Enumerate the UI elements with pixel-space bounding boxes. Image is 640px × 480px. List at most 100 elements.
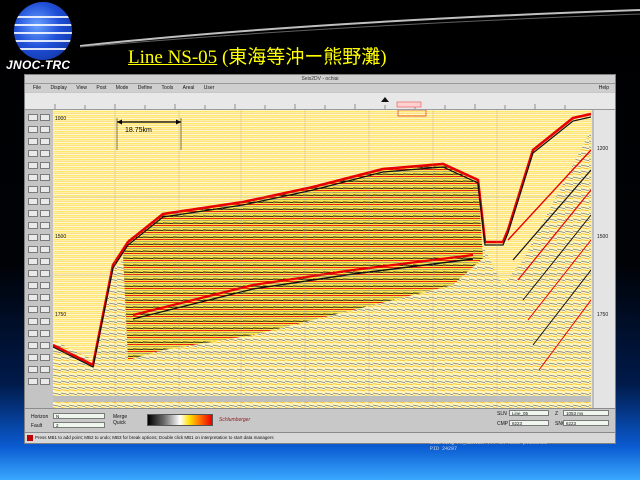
slide-title: Line NS-05 (東海等沖ー熊野灘) bbox=[128, 42, 387, 69]
readout-cmp-label: CMP bbox=[497, 421, 509, 427]
slide-title-rest: (東海等沖ー熊野灘) bbox=[217, 47, 387, 68]
fault-field[interactable]: 2 bbox=[53, 422, 105, 428]
tool-right-icon[interactable] bbox=[40, 282, 50, 289]
tool-pan-icon[interactable] bbox=[28, 126, 38, 133]
tool-mark-icon[interactable] bbox=[28, 198, 38, 205]
tool-down-icon[interactable] bbox=[40, 270, 50, 277]
readout-z-field: 1053 ms bbox=[563, 410, 609, 416]
tool-pick-icon[interactable] bbox=[40, 126, 50, 133]
readout-sln-label: SLN bbox=[497, 411, 507, 417]
server-overlay-text: Starting PM_SERVER ... on host ptisun01 … bbox=[430, 440, 548, 452]
readout-sln-value: Line_05 bbox=[512, 411, 529, 416]
tool-line-icon[interactable] bbox=[28, 162, 38, 169]
readout-cmp-field: 6223 bbox=[509, 420, 549, 426]
readout-snc-value: 6223 bbox=[566, 421, 577, 426]
seis2dv-window: Seis2DV - ochiai File Display View Post … bbox=[24, 74, 616, 444]
status-icon bbox=[27, 435, 33, 441]
tool-extra5-icon[interactable] bbox=[28, 354, 38, 361]
menu-display[interactable]: Display bbox=[50, 84, 66, 92]
readout-cmp-value: 6223 bbox=[512, 421, 523, 426]
right-time-label-3: 1750 bbox=[597, 312, 608, 318]
menu-post[interactable]: Post bbox=[96, 84, 106, 92]
tool-left-icon[interactable] bbox=[28, 282, 38, 289]
tool-select-icon[interactable] bbox=[28, 114, 38, 121]
menu-areal[interactable]: Areal bbox=[183, 84, 195, 92]
tool-extra7-icon[interactable] bbox=[28, 366, 38, 373]
window-titlebar: Seis2DV - ochiai bbox=[25, 75, 615, 84]
ruler-pointer-icon bbox=[381, 97, 389, 102]
time-label-low: 1750 bbox=[55, 312, 66, 318]
right-time-label-1: 1200 bbox=[597, 146, 608, 152]
menubar: File Display View Post Mode Define Tools… bbox=[25, 84, 615, 92]
slide-title-line: Line NS-05 bbox=[128, 47, 218, 68]
tool-redo-icon[interactable] bbox=[40, 222, 50, 229]
readout-snc-field: 6223 bbox=[563, 420, 609, 426]
readout-z-label: Z bbox=[555, 411, 559, 417]
ruler-cursor-marker[interactable] bbox=[396, 101, 422, 108]
horizon-field[interactable]: N bbox=[53, 413, 105, 419]
vendor-label: Schlumberger bbox=[219, 417, 251, 423]
tool-extra10-icon[interactable] bbox=[40, 378, 50, 385]
tool-extra4-icon[interactable] bbox=[40, 342, 50, 349]
tool-fault-icon[interactable] bbox=[40, 138, 50, 145]
time-label-mid: 1500 bbox=[55, 234, 66, 240]
tool-select-horizon-icon[interactable] bbox=[28, 306, 38, 313]
tool-measure-icon[interactable] bbox=[28, 210, 38, 217]
tool-settings-icon[interactable] bbox=[40, 318, 50, 325]
readout-sln-field: Line_05 bbox=[509, 410, 549, 416]
tool-select-fault-icon[interactable] bbox=[40, 306, 50, 313]
seismic-section-view[interactable]: 1000 1500 1750 18.75km bbox=[52, 109, 592, 408]
scale-bar-label: 18.75km bbox=[125, 127, 152, 134]
readout-z-value: 1053 ms bbox=[566, 411, 584, 416]
time-label-top: 1000 bbox=[55, 116, 66, 122]
horizon-label: Horizon bbox=[31, 414, 49, 420]
tool-up-icon[interactable] bbox=[28, 270, 38, 277]
fault-label: Fault bbox=[31, 423, 43, 429]
right-time-scale: 1200 1500 1750 bbox=[591, 110, 615, 408]
quick-option[interactable]: Quick bbox=[113, 420, 126, 426]
menu-define[interactable]: Define bbox=[138, 84, 152, 92]
tool-palette bbox=[25, 110, 54, 408]
tool-snap-icon[interactable] bbox=[40, 150, 50, 157]
tool-extra9-icon[interactable] bbox=[28, 378, 38, 385]
tool-label-icon[interactable] bbox=[40, 198, 50, 205]
menu-user[interactable]: User bbox=[204, 84, 215, 92]
menu-help[interactable]: Help bbox=[599, 84, 609, 92]
tool-extra1-icon[interactable] bbox=[28, 330, 38, 337]
tool-info-icon[interactable] bbox=[28, 258, 38, 265]
interpretation-panel: Horizon N Fault 2 Merge Quick Schlumberg… bbox=[25, 408, 615, 433]
logo-text: JNOC-TRC bbox=[6, 58, 71, 72]
status-message: Press MB1 to add point; MB2 to undo; MB3… bbox=[35, 435, 274, 440]
tool-extra2-icon[interactable] bbox=[40, 330, 50, 337]
tool-gain-icon[interactable] bbox=[40, 174, 50, 181]
tool-paste-icon[interactable] bbox=[40, 234, 50, 241]
tool-point-icon[interactable] bbox=[40, 162, 50, 169]
tool-track-icon[interactable] bbox=[28, 294, 38, 301]
jnoc-logo-globe-icon bbox=[14, 2, 72, 60]
menu-tools[interactable]: Tools bbox=[162, 84, 174, 92]
menu-file[interactable]: File bbox=[33, 84, 41, 92]
tool-undo-icon[interactable] bbox=[28, 222, 38, 229]
tool-flip-icon[interactable] bbox=[28, 186, 38, 193]
tool-extra8-icon[interactable] bbox=[40, 366, 50, 373]
tool-print-icon[interactable] bbox=[28, 246, 38, 253]
tool-copy-icon[interactable] bbox=[28, 234, 38, 241]
right-time-label-2: 1500 bbox=[597, 234, 608, 240]
tool-ruler-icon[interactable] bbox=[40, 210, 50, 217]
tool-save-icon[interactable] bbox=[40, 246, 50, 253]
tool-display-icon[interactable] bbox=[28, 318, 38, 325]
tool-extra6-icon[interactable] bbox=[40, 354, 50, 361]
tool-erase-icon[interactable] bbox=[28, 150, 38, 157]
menu-view[interactable]: View bbox=[76, 84, 87, 92]
horizon-value: N bbox=[56, 414, 60, 419]
tool-link-icon[interactable] bbox=[40, 294, 50, 301]
fault-value: 2 bbox=[56, 423, 59, 428]
menu-mode[interactable]: Mode bbox=[116, 84, 129, 92]
tool-color-icon[interactable] bbox=[28, 174, 38, 181]
tool-reset-icon[interactable] bbox=[40, 258, 50, 265]
tool-grid-icon[interactable] bbox=[40, 186, 50, 193]
tool-horizon-icon[interactable] bbox=[28, 138, 38, 145]
tool-zoom-icon[interactable] bbox=[40, 114, 50, 121]
tool-extra3-icon[interactable] bbox=[28, 342, 38, 349]
horizontal-scrollbar[interactable] bbox=[53, 396, 591, 402]
